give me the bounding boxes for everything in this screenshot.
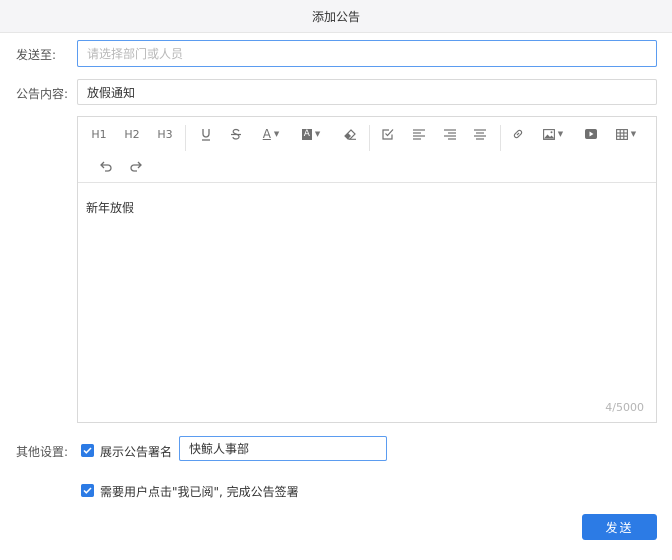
toolbar-divider bbox=[185, 125, 186, 151]
require-confirm-checkbox[interactable] bbox=[81, 484, 94, 497]
chevron-down-icon: ▼ bbox=[630, 130, 637, 138]
show-signature-label: 展示公告署名 bbox=[100, 445, 173, 459]
align-left-icon[interactable] bbox=[409, 123, 429, 145]
background-color-icon: A bbox=[301, 128, 312, 140]
image-button[interactable]: ▼ bbox=[540, 123, 566, 145]
heading2-button[interactable]: H2 bbox=[121, 123, 143, 145]
table-button[interactable]: ▼ bbox=[613, 123, 639, 145]
announcement-title-input[interactable]: 放假通知 bbox=[77, 79, 657, 105]
align-center-icon[interactable] bbox=[470, 123, 490, 145]
heading3-button[interactable]: H3 bbox=[154, 123, 176, 145]
send-to-label: 发送至: bbox=[16, 48, 57, 62]
editor-content[interactable]: 新年放假 bbox=[86, 199, 134, 216]
send-button[interactable]: 发送 bbox=[582, 514, 657, 540]
background-color-button[interactable]: A ▼ bbox=[298, 123, 324, 145]
toolbar-divider bbox=[500, 125, 501, 151]
strikethrough-icon[interactable] bbox=[226, 123, 246, 145]
link-icon[interactable] bbox=[508, 123, 528, 145]
content-label: 公告内容: bbox=[16, 87, 69, 101]
signature-value: 快鲸人事部 bbox=[189, 442, 250, 456]
dialog-title-bar: 添加公告 bbox=[0, 0, 672, 33]
chevron-down-icon: ▼ bbox=[273, 130, 280, 138]
dialog-title: 添加公告 bbox=[311, 9, 360, 24]
recipient-input[interactable]: 请选择部门或人员 bbox=[77, 40, 657, 67]
eraser-icon[interactable] bbox=[340, 123, 360, 145]
require-confirm-label: 需要用户点击"我已阅", 完成公告签署 bbox=[100, 485, 299, 499]
chevron-down-icon: ▼ bbox=[557, 130, 564, 138]
character-counter: 4/5000 bbox=[605, 401, 644, 414]
redo-icon[interactable] bbox=[126, 155, 146, 177]
recipient-placeholder: 请选择部门或人员 bbox=[87, 47, 184, 61]
table-icon bbox=[615, 128, 628, 140]
text-color-icon: A bbox=[262, 127, 271, 141]
chevron-down-icon: ▼ bbox=[314, 130, 321, 138]
editor-toolbar: H1 H2 H3 A ▼ A ▼ ▼ ▼ bbox=[78, 117, 656, 183]
announcement-title-value: 放假通知 bbox=[87, 85, 136, 100]
show-signature-checkbox[interactable] bbox=[81, 444, 94, 457]
align-right-icon[interactable] bbox=[440, 123, 460, 145]
rich-text-editor: H1 H2 H3 A ▼ A ▼ ▼ ▼ 新年放假 4/5000 bbox=[77, 116, 657, 423]
image-icon bbox=[542, 128, 555, 140]
toolbar-divider bbox=[369, 125, 370, 151]
undo-icon[interactable] bbox=[95, 155, 115, 177]
checkmark-icon bbox=[83, 487, 92, 494]
video-icon[interactable] bbox=[581, 123, 601, 145]
text-color-button[interactable]: A ▼ bbox=[258, 123, 284, 145]
signature-input[interactable]: 快鲸人事部 bbox=[179, 436, 387, 461]
checkmark-icon bbox=[83, 447, 92, 454]
underline-icon[interactable] bbox=[196, 123, 216, 145]
other-settings-label: 其他设置: bbox=[16, 445, 69, 459]
send-button-label: 发送 bbox=[605, 520, 634, 535]
checklist-icon[interactable] bbox=[378, 123, 398, 145]
heading1-button[interactable]: H1 bbox=[88, 123, 110, 145]
